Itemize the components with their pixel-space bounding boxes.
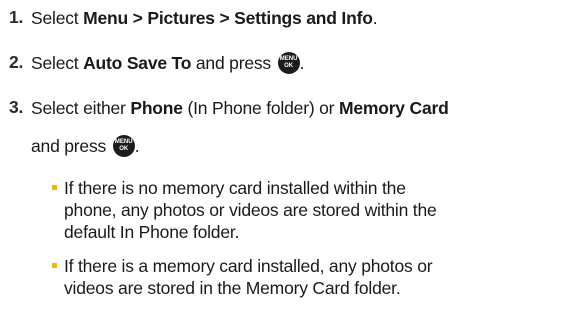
bullet-text: default In Phone folder.	[64, 222, 240, 242]
step-text-continued: and press MENU OK.	[31, 135, 140, 157]
option-memory-card: Memory Card	[338, 98, 449, 118]
bullet-icon	[52, 185, 57, 190]
step-number: 1.	[9, 7, 24, 27]
menu-ok-key-icon: MENU OK	[277, 52, 300, 74]
bullet-text: If there is a memory card installed, any…	[64, 256, 433, 276]
menu-ok-key-icon: MENU OK	[112, 135, 135, 157]
bullet-text: phone, any photos or videos are stored w…	[64, 200, 437, 220]
step-text: Select Auto Save To and press MENU OK.	[31, 52, 305, 74]
bullet-icon	[52, 263, 57, 268]
bullet-item: If there is a memory card installed, any…	[52, 255, 554, 299]
option-phone: Phone	[130, 98, 183, 118]
step-text: Select Menu > Pictures > Settings and In…	[31, 8, 378, 28]
step-number: 3.	[9, 97, 24, 117]
menu-option: Auto Save To	[83, 53, 192, 73]
bullet-text: If there is no memory card installed wit…	[64, 178, 406, 198]
step-text: Select either Phone (In Phone folder) or…	[31, 98, 449, 118]
bullet-text: videos are stored in the Memory Card fol…	[64, 278, 401, 298]
step-number: 2.	[9, 52, 24, 72]
bullet-item: If there is no memory card installed wit…	[52, 177, 554, 243]
menu-path: Menu > Pictures > Settings and Info	[83, 8, 373, 28]
